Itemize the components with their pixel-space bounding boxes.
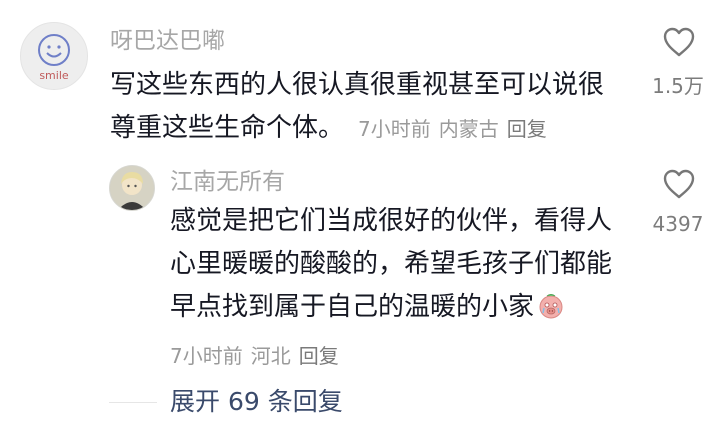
comment-text: 写这些东西的人很认真很重视甚至可以说很 尊重这些生命个体。 7小时前 内蒙古 回复 <box>110 64 630 151</box>
comment-line: 尊重这些生命个体。 7小时前 内蒙古 回复 <box>110 107 630 151</box>
reply-button[interactable]: 回复 <box>299 344 339 368</box>
timestamp: 7小时前 <box>170 344 243 368</box>
username[interactable]: 江南无所有 <box>170 167 285 197</box>
comment-line: 写这些东西的人很认真很重视甚至可以说很 <box>110 70 605 100</box>
comment-meta: 7小时前 内蒙古 回复 <box>358 117 555 141</box>
reply-line: 早点找到属于自己的温暖的小家 <box>170 286 640 329</box>
heart-icon[interactable] <box>662 168 696 200</box>
reply-line: 感觉是把它们当成很好的伙伴，看得人 <box>170 206 613 236</box>
like-count: 4397 <box>652 212 704 236</box>
location: 内蒙古 <box>438 117 499 141</box>
crying-pig-emoji <box>539 294 563 319</box>
smiley-icon: smile <box>38 34 70 82</box>
reply-meta: 7小时前 河北 回复 <box>170 340 347 369</box>
divider <box>109 402 157 403</box>
avatar[interactable] <box>109 165 155 211</box>
reply-line: 心里暖暖的酸酸的，希望毛孩子们都能 <box>170 249 613 279</box>
like-count: 1.5万 <box>652 74 704 98</box>
timestamp: 7小时前 <box>358 117 431 141</box>
heart-icon[interactable] <box>662 26 696 58</box>
location: 河北 <box>250 344 291 368</box>
reply-text: 感觉是把它们当成很好的伙伴，看得人 心里暖暖的酸酸的，希望毛孩子们都能 早点找到… <box>170 200 640 329</box>
reply-button[interactable]: 回复 <box>507 117 547 141</box>
expand-replies-link[interactable]: 展开 69 条回复 <box>170 386 343 418</box>
svg-text:smile: smile <box>39 69 69 82</box>
username[interactable]: 呀巴达巴嘟 <box>110 26 225 56</box>
avatar[interactable]: smile <box>20 22 88 90</box>
anime-avatar-icon <box>110 166 154 210</box>
